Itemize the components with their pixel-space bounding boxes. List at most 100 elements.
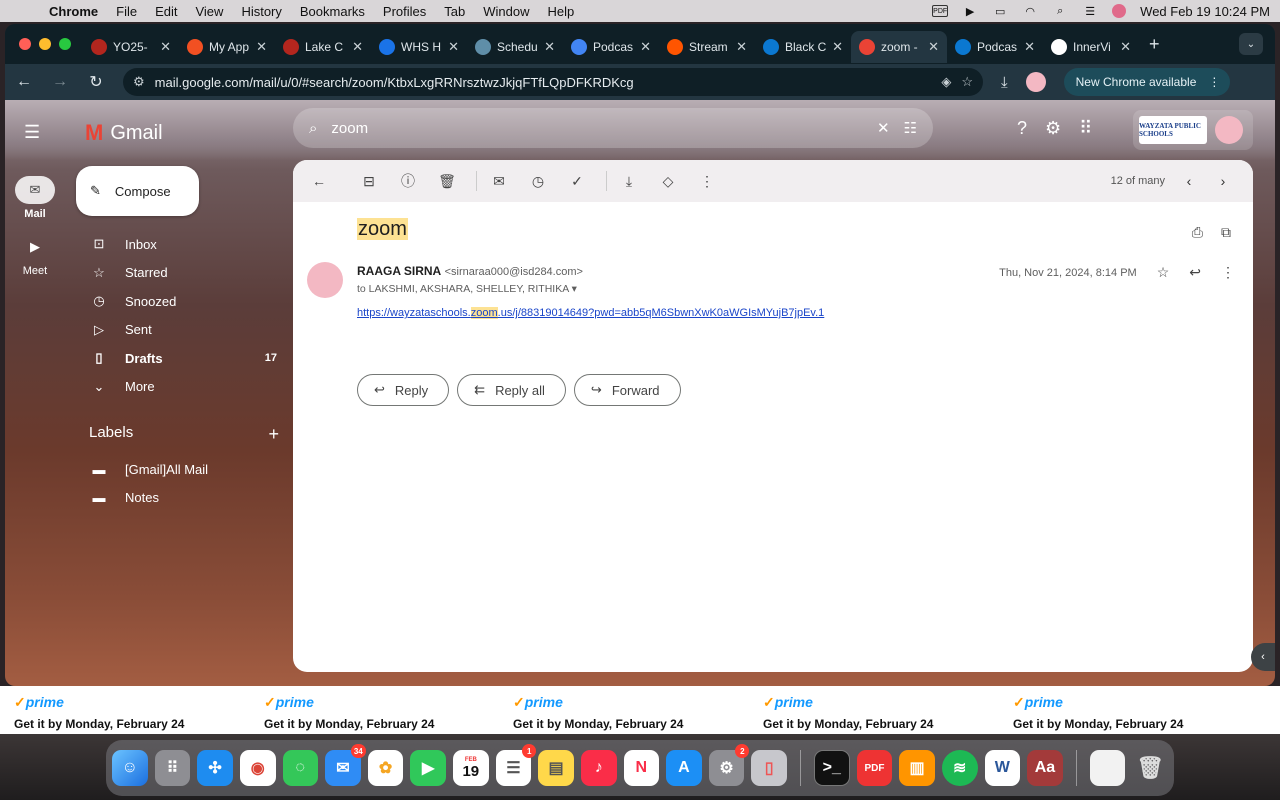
wifi-icon[interactable]: ◠ bbox=[1022, 5, 1038, 18]
nav-item-more[interactable]: ⌄ More bbox=[77, 373, 287, 402]
play-status-icon[interactable]: ▶ bbox=[962, 5, 978, 18]
photos-icon[interactable]: ✿ bbox=[367, 750, 404, 786]
tab-close-icon[interactable]: ✕ bbox=[832, 39, 843, 55]
new-tab-button[interactable]: + bbox=[1149, 34, 1160, 55]
menu-tab[interactable]: Tab bbox=[435, 4, 474, 19]
menu-profiles[interactable]: Profiles bbox=[374, 4, 435, 19]
chrome-update-button[interactable]: New Chrome available ⋮ bbox=[1063, 68, 1231, 96]
app-store-icon[interactable]: A bbox=[666, 750, 702, 786]
label-item[interactable]: ▬ Notes bbox=[77, 484, 287, 513]
apps-grid-icon[interactable]: ⠿ bbox=[1079, 118, 1092, 139]
link-part-prefix[interactable]: https://wayzataschools. bbox=[357, 307, 471, 319]
battery-icon[interactable]: ▭ bbox=[992, 5, 1008, 18]
tab-close-icon[interactable]: ✕ bbox=[544, 39, 555, 55]
settings-gear-icon[interactable]: ⚙ bbox=[1045, 118, 1061, 139]
messages-icon[interactable]: ◌ bbox=[282, 750, 319, 786]
tab-search-chevron-icon[interactable]: ⌄ bbox=[1239, 33, 1263, 55]
launchpad-icon[interactable]: ⠿ bbox=[154, 750, 191, 786]
rail-mail-button[interactable]: ✉ Mail bbox=[15, 176, 55, 220]
browser-tab[interactable]: Podcas ✕ bbox=[947, 31, 1043, 63]
product-delivery-card[interactable]: ✓prime Get it by Monday, February 24 bbox=[264, 694, 504, 731]
sender-name[interactable]: RAAGA SIRNA bbox=[357, 264, 441, 278]
account-avatar[interactable] bbox=[1215, 116, 1243, 144]
label-item[interactable]: ▬ [Gmail]All Mail bbox=[77, 455, 287, 484]
extension-diamond-icon[interactable]: ◈ bbox=[941, 74, 951, 90]
nav-item-sent[interactable]: ▷ Sent bbox=[77, 316, 287, 345]
add-task-icon[interactable]: ✓ bbox=[567, 173, 587, 190]
star-message-icon[interactable]: ☆ bbox=[1157, 264, 1170, 281]
link-part-highlight[interactable]: zoom bbox=[470, 307, 498, 319]
link-part-suffix[interactable]: .us/j/88319014649?pwd=abb5qM6SbwnXwK0aWG… bbox=[498, 307, 825, 319]
product-delivery-card[interactable]: ✓prime Get it by Monday, February 24 bbox=[763, 694, 1003, 731]
browser-tab[interactable]: Lake C ✕ bbox=[275, 31, 371, 63]
tab-close-icon[interactable]: ✕ bbox=[448, 39, 459, 55]
tab-close-icon[interactable]: ✕ bbox=[352, 39, 363, 55]
browser-tab[interactable]: My App ✕ bbox=[179, 31, 275, 63]
move-to-icon[interactable]: ⤓ bbox=[619, 173, 639, 190]
mark-unread-icon[interactable]: ✉ bbox=[489, 173, 509, 190]
back-arrow-icon[interactable]: ← bbox=[15, 73, 33, 91]
rail-meet-button[interactable]: ▶ Meet bbox=[15, 233, 55, 277]
product-delivery-card[interactable]: ✓prime Get it by Monday, February 24 bbox=[1013, 694, 1253, 731]
site-info-icon[interactable]: ⚙ bbox=[133, 74, 145, 90]
profile-avatar[interactable] bbox=[1025, 72, 1046, 92]
reminders-icon[interactable]: ☰ 1 bbox=[495, 744, 537, 786]
tab-close-icon[interactable]: ✕ bbox=[736, 39, 747, 55]
more-options-icon[interactable]: ⋮ bbox=[697, 173, 717, 190]
music-icon[interactable]: ♪ bbox=[580, 750, 617, 786]
browser-tab[interactable]: YO25- ✕ bbox=[83, 31, 179, 63]
tab-close-icon[interactable]: ✕ bbox=[640, 39, 651, 55]
recipients[interactable]: to LAKSHMI, AKSHARA, SHELLEY, RITHIKA ▾ bbox=[357, 283, 577, 295]
search-input[interactable]: zoom bbox=[331, 120, 863, 137]
menu-history[interactable]: History bbox=[232, 4, 290, 19]
hamburger-menu-icon[interactable]: ☰ bbox=[24, 122, 40, 143]
browser-tab[interactable]: Stream ✕ bbox=[659, 31, 755, 63]
nav-item-snoozed[interactable]: ◷ Snoozed bbox=[77, 287, 287, 316]
tab-close-icon[interactable]: ✕ bbox=[1120, 39, 1131, 55]
product-delivery-card[interactable]: ✓prime Get it by Monday, February 24 bbox=[513, 694, 753, 731]
menu-window[interactable]: Window bbox=[474, 4, 538, 19]
search-options-icon[interactable]: ☷ bbox=[904, 119, 917, 137]
zoom-meeting-link[interactable]: https://wayzataschools.zoom.us/j/8831901… bbox=[357, 307, 824, 319]
menu-edit[interactable]: Edit bbox=[146, 4, 186, 19]
reply-button[interactable]: ↩ Reply bbox=[357, 374, 450, 406]
open-new-window-icon[interactable]: ⧉ bbox=[1221, 224, 1231, 241]
facetime-icon[interactable]: ▶ bbox=[410, 750, 446, 786]
address-bar[interactable]: ⚙ mail.google.com/mail/u/0/#search/zoom/… bbox=[123, 68, 983, 96]
spotlight-search-icon[interactable]: ⌕ bbox=[1052, 5, 1068, 17]
download-icon[interactable]: ⤓ bbox=[1001, 74, 1008, 91]
compose-button[interactable]: ✎ Compose bbox=[76, 166, 199, 216]
newer-chevron-left-icon[interactable]: ‹ bbox=[1179, 173, 1199, 189]
delete-trash-icon[interactable]: 🗑 bbox=[437, 173, 457, 190]
finder-icon[interactable]: ☺ bbox=[112, 750, 148, 786]
zoom-window-button[interactable] bbox=[59, 38, 71, 50]
recipient-details-caret-icon[interactable]: ▾ bbox=[572, 283, 577, 295]
spotify-icon[interactable]: ≋ bbox=[941, 750, 978, 786]
forward-button[interactable]: ↪ Forward bbox=[573, 374, 681, 406]
label-tag-icon[interactable]: ◇ bbox=[658, 173, 678, 190]
message-more-icon[interactable]: ⋮ bbox=[1221, 264, 1235, 281]
chrome-icon[interactable]: ◉ bbox=[239, 750, 276, 786]
gmail-logo[interactable]: M Gmail bbox=[85, 120, 163, 146]
menu-file[interactable]: File bbox=[107, 4, 146, 19]
dictionary-icon[interactable]: Aa bbox=[1027, 750, 1063, 786]
tab-close-icon[interactable]: ✕ bbox=[256, 39, 267, 55]
account-switcher[interactable]: WAYZATA PUBLIC SCHOOLS bbox=[1133, 110, 1253, 150]
kebab-menu-icon[interactable]: ⋮ bbox=[1208, 75, 1220, 89]
pdf-expert-icon[interactable]: PDF bbox=[856, 750, 893, 786]
siri-icon[interactable] bbox=[1112, 4, 1127, 18]
terminal-icon[interactable]: >_ bbox=[813, 750, 850, 786]
snooze-clock-icon[interactable]: ◷ bbox=[528, 173, 548, 190]
create-label-icon[interactable]: + bbox=[268, 424, 279, 445]
sender-avatar[interactable] bbox=[307, 262, 343, 298]
report-spam-icon[interactable]: ⓘ bbox=[398, 171, 418, 191]
control-center-icon[interactable]: ☰ bbox=[1082, 5, 1098, 18]
tab-close-icon[interactable]: ✕ bbox=[1024, 39, 1035, 55]
browser-tab[interactable]: Podcas ✕ bbox=[563, 31, 659, 63]
browser-tab[interactable]: Black C ✕ bbox=[755, 31, 851, 63]
mail-app-icon[interactable]: ✉ 34 bbox=[325, 744, 366, 786]
nav-item-starred[interactable]: ☆ Starred bbox=[77, 259, 287, 288]
help-icon[interactable]: ? bbox=[1017, 118, 1027, 139]
search-bar[interactable]: ⌕ zoom ✕ ☷ bbox=[293, 108, 933, 148]
books-icon[interactable]: ▥ bbox=[899, 750, 935, 786]
